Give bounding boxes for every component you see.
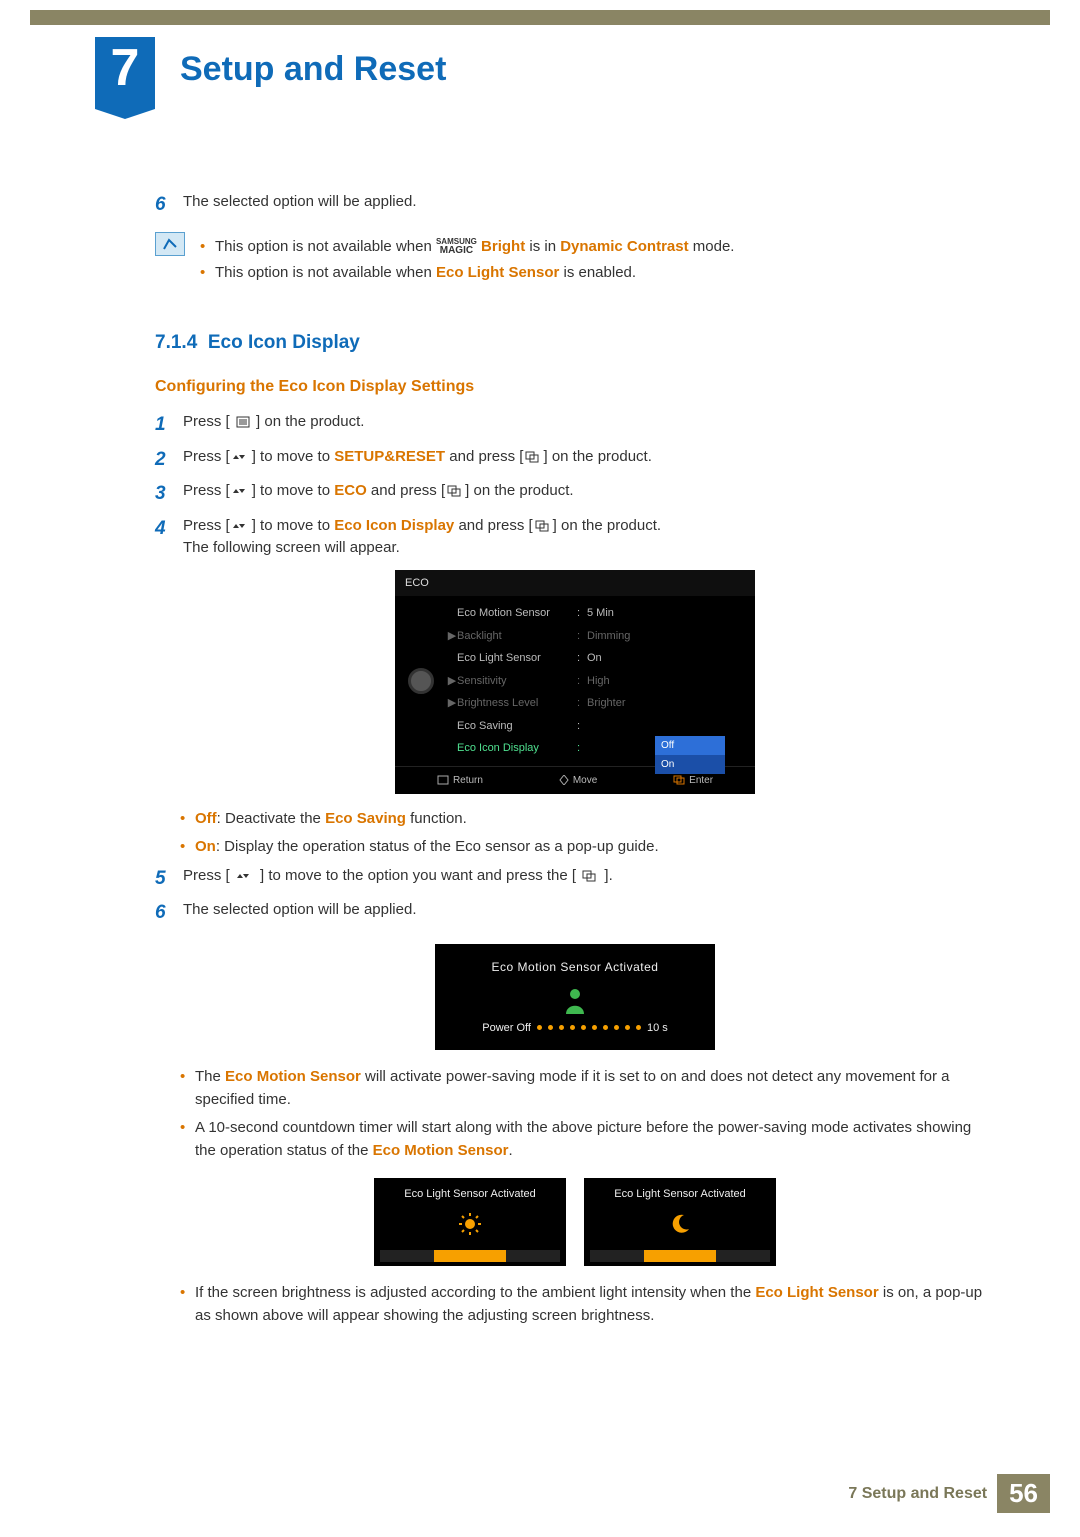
- motion-note-1: The Eco Motion Sensor will activate powe…: [195, 1066, 995, 1111]
- step-text: Press [] to move to Eco Icon Display and…: [183, 515, 995, 560]
- note-item: This option is not available when SAMSUN…: [215, 236, 734, 259]
- osd-dropdown-popup: Off On: [655, 736, 725, 774]
- option-off: Off: Deactivate the Eco Saving function.: [195, 808, 995, 831]
- chapter-number-badge: 7: [95, 37, 155, 109]
- moon-icon: [590, 1213, 770, 1241]
- countdown-dot: [548, 1025, 553, 1030]
- enter-icon: [582, 870, 598, 882]
- step-text: Press [ ] on the product.: [183, 411, 995, 440]
- step-number: 6: [155, 899, 183, 928]
- step-number: 1: [155, 411, 183, 440]
- eco-motion-popup: Eco Motion Sensor Activated Power Off 10…: [435, 944, 715, 1051]
- option-on: On: Display the operation status of the …: [195, 836, 995, 859]
- osd-footer-enter: Enter: [689, 775, 713, 786]
- step-number: 3: [155, 480, 183, 509]
- note-box: This option is not available when SAMSUN…: [155, 232, 995, 289]
- countdown-dot: [636, 1025, 641, 1030]
- countdown-dot: [537, 1025, 542, 1030]
- osd-eco-menu: ECO Off On Eco Motion Sensor:5 Min▶Backl…: [395, 570, 755, 794]
- subheading-config: Configuring the Eco Icon Display Setting…: [155, 375, 995, 399]
- footer-page-number: 56: [997, 1474, 1050, 1513]
- popup-poweroff-label: Power Off: [482, 1020, 531, 1037]
- motion-notes: The Eco Motion Sensor will activate powe…: [195, 1066, 995, 1162]
- updown-icon: [232, 485, 250, 497]
- countdown-dot: [570, 1025, 575, 1030]
- osd-row: ▶Brightness Level:Brighter: [447, 692, 755, 715]
- step-6: 6 The selected option will be applied.: [155, 899, 995, 928]
- osd-footer-return: Return: [453, 775, 483, 786]
- step-text: Press [] to move to SETUP&RESET and pres…: [183, 446, 995, 475]
- updown-icon: [232, 520, 250, 532]
- eco-light-popup-day: Eco Light Sensor Activated: [374, 1178, 566, 1266]
- countdown-dot: [603, 1025, 608, 1030]
- step-3: 3Press [] to move to ECO and press [] on…: [155, 480, 995, 509]
- enter-icon: [447, 485, 463, 497]
- countdown-dot: [625, 1025, 630, 1030]
- osd-row: Eco Motion Sensor:5 Min: [447, 602, 755, 625]
- countdown-dot: [581, 1025, 586, 1030]
- step-2: 2Press [] to move to SETUP&RESET and pre…: [155, 446, 995, 475]
- step-text: Press [] to move to ECO and press [] on …: [183, 480, 995, 509]
- osd-popup-off: Off: [655, 736, 725, 755]
- step-number: 2: [155, 446, 183, 475]
- light-note-list: If the screen brightness is adjusted acc…: [195, 1282, 995, 1327]
- sun-icon: [380, 1213, 560, 1241]
- off-on-list: Off: Deactivate the Eco Saving function.…: [195, 808, 995, 859]
- osd-row: Eco Saving:: [447, 715, 755, 738]
- updown-icon: [232, 451, 250, 463]
- osd-title: ECO: [395, 570, 755, 597]
- light-popup-title: Eco Light Sensor Activated: [380, 1186, 560, 1203]
- step-number: 5: [155, 865, 183, 894]
- step-number: 6: [155, 191, 183, 220]
- step-1: 1Press [ ] on the product.: [155, 411, 995, 440]
- popup-title: Eco Motion Sensor Activated: [445, 958, 705, 976]
- light-note: If the screen brightness is adjusted acc…: [195, 1282, 995, 1327]
- osd-row: Eco Light Sensor:On: [447, 647, 755, 670]
- brightness-bar: [590, 1250, 770, 1262]
- page-footer: 7 Setup and Reset 56: [848, 1474, 1050, 1513]
- samsung-magic-bot: MAGIC: [440, 245, 473, 256]
- step-5: 5 Press [ ] to move to the option you wa…: [155, 865, 995, 894]
- countdown-dot: [592, 1025, 597, 1030]
- enter-icon: [525, 451, 541, 463]
- osd-row: ▶Sensitivity:High: [447, 670, 755, 693]
- osd-eco-icon: [408, 668, 434, 694]
- note-icon: [155, 232, 185, 256]
- updown-icon: [236, 870, 254, 882]
- top-decorative-bar: [30, 10, 1050, 25]
- step-text: The selected option will be applied.: [183, 899, 995, 928]
- enter-icon: [535, 520, 551, 532]
- step-text: The selected option will be applied.: [183, 191, 995, 220]
- note-item: This option is not available when Eco Li…: [215, 262, 734, 285]
- person-icon: [564, 988, 586, 1010]
- countdown-dot: [559, 1025, 564, 1030]
- osd-footer-move: Move: [573, 775, 597, 786]
- step-6-top: 6 The selected option will be applied.: [155, 191, 995, 220]
- countdown-dot: [614, 1025, 619, 1030]
- section-heading-714: 7.1.4 Eco Icon Display: [155, 329, 995, 358]
- motion-note-2: A 10-second countdown timer will start a…: [195, 1117, 995, 1162]
- osd-row: ▶Backlight:Dimming: [447, 625, 755, 648]
- light-popup-title: Eco Light Sensor Activated: [590, 1186, 770, 1203]
- magic-bright-label: Bright: [481, 238, 525, 255]
- step-number: 4: [155, 515, 183, 560]
- step-4: 4Press [] to move to Eco Icon Display an…: [155, 515, 995, 560]
- popup-timer-label: 10 s: [647, 1020, 668, 1037]
- chapter-title: Setup and Reset: [180, 50, 446, 89]
- footer-category: 7 Setup and Reset: [848, 1485, 987, 1503]
- brightness-bar: [380, 1250, 560, 1262]
- eco-light-popup-night: Eco Light Sensor Activated: [584, 1178, 776, 1266]
- menu-icon: [236, 416, 250, 428]
- osd-popup-on: On: [655, 755, 725, 774]
